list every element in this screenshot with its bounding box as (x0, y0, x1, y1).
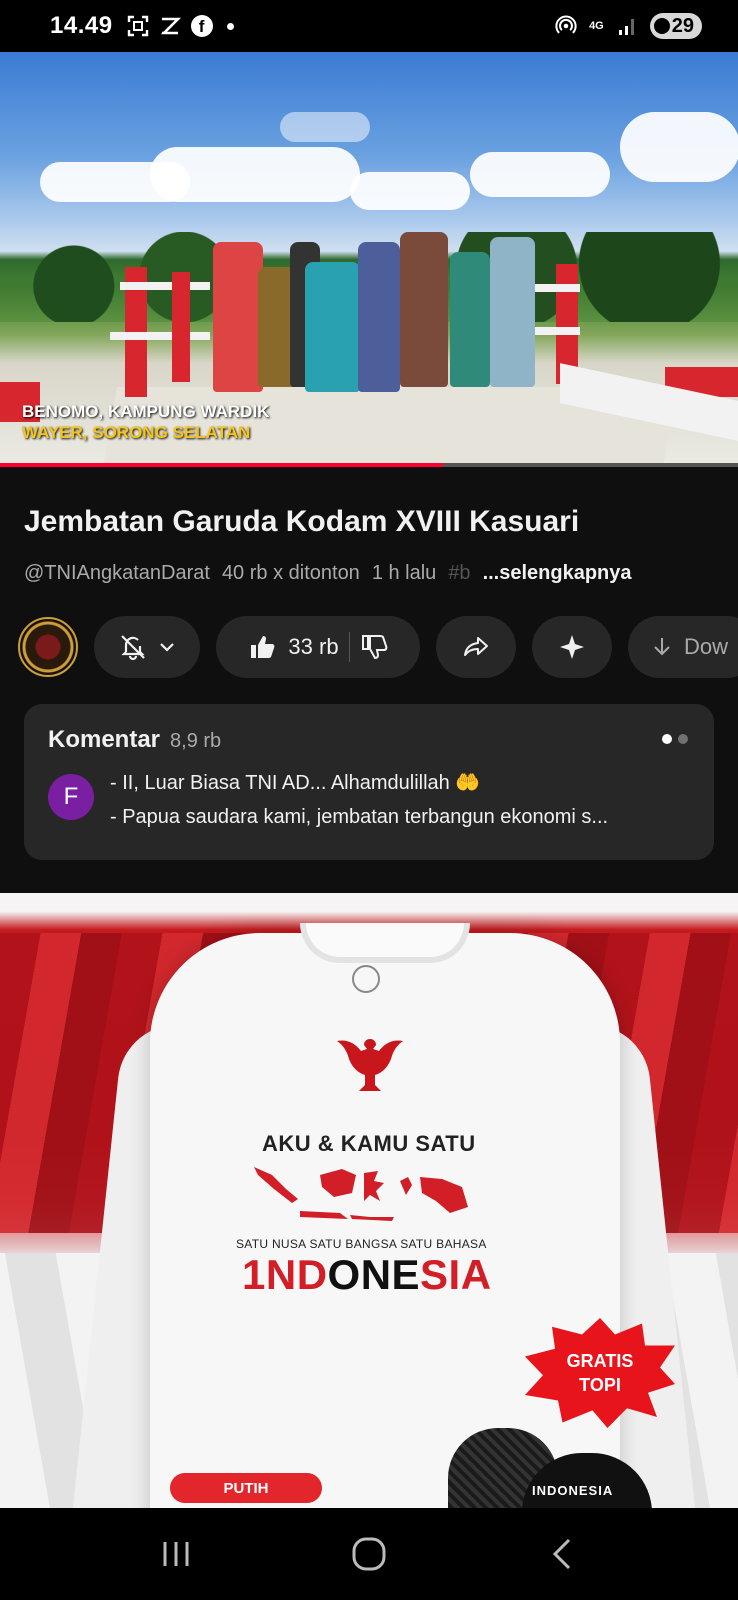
home-button[interactable] (339, 1524, 399, 1584)
download-button[interactable]: Dow (628, 616, 738, 678)
video-title[interactable]: Jembatan Garuda Kodam XVIII Kasuari (24, 505, 579, 539)
caption-line-1: BENOMO, KAMPUNG WARDIK (22, 402, 270, 421)
comment-text: - II, Luar Biasa TNI AD... Alhamdulillah… (110, 766, 690, 834)
battery-level: 29 (671, 14, 694, 37)
comments-panel[interactable]: Komentar 8,9 rb F - II, Luar Biasa TNI A… (24, 704, 714, 860)
like-divider (348, 632, 350, 662)
video-progress-bar[interactable] (0, 463, 738, 467)
garuda-icon (337, 1039, 403, 1091)
badge-line-1: GRATIS (566, 1351, 634, 1371)
notification-icons: f (127, 15, 234, 37)
video-caption: BENOMO, KAMPUNG WARDIK WAYER, SORONG SEL… (22, 401, 269, 443)
action-row: 33 rb Dow (18, 616, 738, 678)
cap-text: INDONESIA (532, 1483, 614, 1498)
ad-brand-part-2: ONE (327, 1251, 421, 1298)
comments-count: 8,9 rb (170, 730, 222, 752)
commenter-avatar: F (48, 774, 94, 820)
video-progress-fill (0, 463, 443, 467)
view-count: 40 rb x ditonton (221, 562, 360, 584)
pager-dot (678, 734, 688, 744)
battery-indicator: 29 (649, 13, 702, 39)
like-button[interactable]: 33 rb (248, 633, 339, 661)
color-label: PUTIH (170, 1473, 322, 1503)
hotspot-icon (555, 15, 577, 37)
comments-pager-dots (662, 734, 688, 744)
caption-line-2: WAYER, SORONG SELATAN (22, 423, 251, 442)
ad-headline: AKU & KAMU SATU (262, 1131, 476, 1156)
pager-dot-active (662, 734, 672, 744)
capcut-icon (159, 15, 181, 37)
share-icon (462, 633, 490, 661)
back-button[interactable] (532, 1524, 592, 1584)
like-count: 33 rb (288, 634, 339, 659)
sparkle-icon (558, 633, 586, 661)
facebook-icon: f (190, 15, 213, 37)
indonesia-map-icon (254, 1167, 468, 1221)
bell-off-icon (118, 632, 148, 662)
home-icon (352, 1537, 386, 1571)
comments-header: Komentar 8,9 rb (48, 726, 690, 754)
network-type-label: 4G (589, 20, 604, 32)
system-nav-bar (0, 1508, 738, 1600)
more-notifications-dot (226, 22, 234, 30)
show-more-link[interactable]: ...selengkapnya (483, 562, 632, 585)
chevron-down-icon (158, 638, 176, 656)
dislike-button[interactable] (360, 633, 388, 661)
subscribe-notification-button[interactable] (94, 616, 200, 678)
channel-handle: @TNIAngkatanDarat (24, 562, 210, 584)
ad-brand-part-1: 1ND (242, 1251, 328, 1298)
shirt-collar (300, 923, 470, 963)
comment-line-1: - II, Luar Biasa TNI AD... Alhamdulillah… (110, 772, 481, 794)
signal-icon (616, 15, 638, 37)
comment-line-2: - Papua saudara kami, jembatan terbangun… (110, 806, 609, 828)
thumbs-down-icon (360, 633, 388, 661)
video-meta[interactable]: @TNIAngkatanDarat 40 rb x ditonton 1 h l… (24, 562, 632, 585)
ad-banner[interactable]: AKU & KAMU SATU SATU NUSA SATU BANGSA SA… (0, 893, 738, 1508)
hashtag: #b (448, 562, 471, 584)
recent-apps-button[interactable] (146, 1524, 206, 1584)
badge-line-2: TOPI (579, 1375, 621, 1395)
ad-brand-part-3: SIA (420, 1251, 492, 1298)
like-dislike-group: 33 rb (216, 616, 420, 678)
upload-age: 1 h lalu (371, 562, 437, 584)
channel-avatar[interactable] (18, 617, 78, 677)
thumbs-up-icon (248, 633, 276, 661)
download-label: Dow (684, 634, 729, 659)
screenshot-icon (127, 15, 149, 37)
comment-preview: F - II, Luar Biasa TNI AD... Alhamdulill… (48, 766, 690, 834)
battery-saver-icon (653, 18, 670, 34)
recents-icon (163, 1542, 189, 1566)
status-time: 14.49 (50, 12, 113, 39)
video-player[interactable]: BENOMO, KAMPUNG WARDIK WAYER, SORONG SEL… (0, 52, 738, 467)
ad-tagline: SATU NUSA SATU BANGSA SATU BAHASA (236, 1237, 487, 1251)
status-bar: 14.49 f 4G 29 (0, 0, 738, 52)
comments-label: Komentar (48, 726, 161, 753)
system-icons: 4G 29 (555, 13, 702, 39)
neck-logo (352, 965, 380, 993)
ad-brand: 1NDONESIA (242, 1251, 492, 1299)
ask-ai-button[interactable] (532, 616, 612, 678)
download-icon (650, 635, 674, 659)
back-icon (552, 1538, 570, 1570)
share-button[interactable] (436, 616, 516, 678)
